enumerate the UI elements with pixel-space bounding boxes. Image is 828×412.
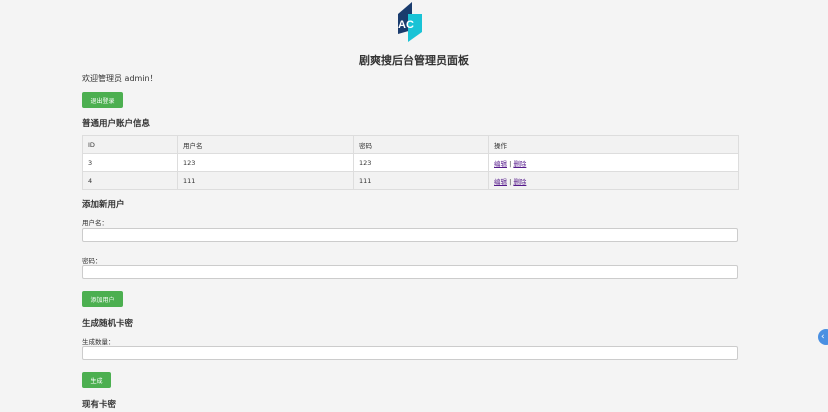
cell-actions: 编辑 | 删除 [488, 153, 739, 172]
generate-button[interactable]: 生成 [82, 372, 111, 388]
edit-link[interactable]: 编辑 [494, 160, 507, 168]
action-separator: | [509, 177, 512, 186]
add-user-button[interactable]: 添加用户 [82, 291, 123, 307]
existing-cards-heading: 现有卡密 [82, 400, 117, 410]
table-row: 4 111 111 编辑 | 删除 [82, 171, 739, 190]
users-section-heading: 普通用户账户信息 [82, 119, 151, 129]
count-label: 生成数量： [82, 338, 115, 346]
cell-password: 123 [353, 153, 489, 172]
username-label: 用户名： [82, 219, 108, 227]
cell-username: 111 [177, 171, 354, 190]
count-input[interactable] [82, 346, 738, 360]
site-logo: AC [396, 2, 424, 42]
column-header-actions: 操作 [488, 135, 739, 154]
chevron-left-icon: ‹ [821, 332, 825, 342]
logo-text: AC [398, 19, 414, 31]
cell-id: 4 [82, 171, 178, 190]
cell-id: 3 [82, 153, 178, 172]
table-header-row: ID 用户名 密码 操作 [82, 135, 739, 154]
logout-button[interactable]: 退出登录 [82, 92, 123, 108]
column-header-id: ID [82, 135, 178, 154]
side-panel-toggle[interactable]: ‹ [818, 329, 828, 345]
column-header-password: 密码 [353, 135, 489, 154]
delete-link[interactable]: 删除 [513, 160, 526, 168]
cell-password: 111 [353, 171, 489, 190]
action-separator: | [509, 159, 512, 168]
users-table: ID 用户名 密码 操作 3 123 123 编辑 | 删除 4 111 111… [82, 135, 739, 190]
username-input[interactable] [82, 228, 738, 242]
column-header-username: 用户名 [177, 135, 354, 154]
password-label: 密码： [82, 257, 102, 265]
cell-username: 123 [177, 153, 354, 172]
welcome-text: 欢迎管理员 admin！ [82, 74, 158, 83]
page-title: 剧爽搜后台管理员面板 [359, 54, 469, 67]
password-input[interactable] [82, 265, 738, 279]
generate-cards-heading: 生成随机卡密 [82, 319, 134, 329]
cell-actions: 编辑 | 删除 [488, 171, 739, 190]
delete-link[interactable]: 删除 [513, 178, 526, 186]
edit-link[interactable]: 编辑 [494, 178, 507, 186]
table-row: 3 123 123 编辑 | 删除 [82, 153, 739, 172]
add-user-heading: 添加新用户 [82, 200, 125, 210]
